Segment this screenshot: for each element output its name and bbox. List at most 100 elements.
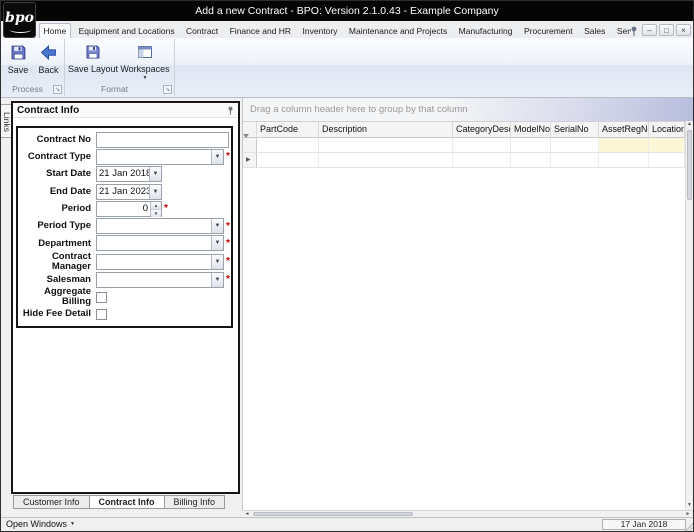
start-date-picker[interactable]: 21 Jan 2018 ▼ — [96, 166, 162, 182]
vertical-scrollbar-thumb[interactable] — [687, 130, 692, 200]
workspaces-label: Workspaces — [120, 64, 169, 74]
cell-categorydesc[interactable] — [453, 153, 511, 168]
bpo-logo-swoosh-icon — [10, 27, 31, 33]
save-layout-label: Save Layout — [68, 64, 118, 74]
ribbon-group-format: Save Layout Workspaces ▼ Format ↘ — [65, 39, 175, 96]
column-header-location[interactable]: Location — [649, 122, 685, 138]
grid-group-by-panel[interactable]: Drag a column header here to group by th… — [243, 98, 693, 121]
chevron-down-icon[interactable]: ▼ — [149, 167, 161, 181]
ribbon-group-process-label: Process — [1, 84, 54, 95]
salesman-select[interactable]: ▼ — [96, 272, 224, 288]
filter-cell-modelno[interactable] — [511, 138, 551, 153]
vertical-scrollbar[interactable]: ▲ ▼ — [685, 121, 693, 510]
column-header-description[interactable]: Description — [319, 122, 453, 138]
tab-procurement[interactable]: Procurement — [520, 23, 576, 38]
tab-contract-info[interactable]: Contract Info — [90, 495, 165, 509]
required-marker: * — [226, 238, 230, 249]
bpo-logo-text: bpo — [5, 10, 34, 26]
ribbon-tabs: Home Equipment and Locations Contract Fi… — [39, 21, 631, 38]
maximize-button[interactable]: □ — [659, 24, 674, 36]
period-value: 0 — [97, 202, 150, 216]
filter-cell-description[interactable] — [319, 138, 453, 153]
contract-fields-box: Contract No Contract Type ▼ * Start Date… — [16, 126, 233, 328]
period-spinner[interactable]: 0 ▲ ▼ — [96, 201, 162, 217]
chevron-down-icon[interactable]: ▼ — [211, 219, 223, 233]
tab-equipment-and-locations[interactable]: Equipment and Locations — [75, 23, 178, 38]
ribbon: Save Back Process ↘ Save Layout — [1, 38, 693, 98]
required-marker: * — [164, 203, 168, 214]
format-dialog-launcher-icon[interactable]: ↘ — [163, 85, 172, 94]
cell-partcode[interactable] — [257, 153, 319, 168]
field-row-contract-manager: Contract Manager ▼ * — [18, 252, 231, 271]
spinner-up-icon[interactable]: ▲ — [151, 202, 161, 210]
tab-maintenance-and-projects[interactable]: Maintenance and Projects — [345, 23, 450, 38]
scroll-up-icon[interactable]: ▲ — [686, 121, 693, 129]
column-header-categorydesc[interactable]: CategoryDesc — [453, 122, 511, 138]
column-header-serialno[interactable]: SerialNo — [551, 122, 599, 138]
contract-manager-select[interactable]: ▼ — [96, 254, 224, 270]
contract-info-panel: Contract Info Contract No Contract Type … — [11, 101, 240, 494]
back-button[interactable]: Back — [34, 42, 63, 85]
spinner-down-icon[interactable]: ▼ — [151, 210, 161, 217]
contract-type-label: Contract Type — [18, 152, 96, 162]
chevron-down-icon[interactable]: ▼ — [149, 185, 161, 199]
filter-cell-location[interactable] — [649, 138, 685, 153]
tab-contract[interactable]: Contract — [183, 23, 222, 38]
tab-home[interactable]: Home — [39, 23, 71, 38]
scroll-down-icon[interactable]: ▼ — [686, 502, 693, 510]
ribbon-group-process: Save Back Process ↘ — [1, 39, 65, 96]
workspaces-dropdown-icon[interactable]: ▼ — [143, 75, 148, 81]
save-button[interactable]: Save — [3, 42, 33, 85]
horizontal-scrollbar[interactable]: ◄ ► — [242, 510, 693, 517]
column-header-modelno[interactable]: ModelNo — [511, 122, 551, 138]
chevron-down-icon[interactable]: ▼ — [211, 150, 223, 164]
cell-modelno[interactable] — [511, 153, 551, 168]
tab-inventory[interactable]: Inventory — [299, 23, 341, 38]
close-button[interactable]: × — [676, 24, 691, 36]
contract-no-input[interactable] — [96, 132, 229, 148]
end-date-picker[interactable]: 21 Jan 2023 ▼ — [96, 184, 162, 200]
contract-type-select[interactable]: ▼ — [96, 149, 224, 165]
department-label: Department — [18, 239, 96, 249]
column-header-partcode[interactable]: PartCode — [257, 122, 319, 138]
column-header-assetregno[interactable]: AssetRegNo — [599, 122, 649, 138]
pin-icon[interactable] — [628, 24, 640, 36]
period-type-select[interactable]: ▼ — [96, 218, 224, 234]
filter-cell-serialno[interactable] — [551, 138, 599, 153]
contract-manager-label: Contract Manager — [18, 252, 96, 271]
tab-sales[interactable]: Sales — [581, 23, 609, 38]
cell-location[interactable] — [649, 153, 685, 168]
open-windows-button[interactable]: Open Windows ▼ — [6, 519, 75, 530]
filter-cell-partcode[interactable] — [257, 138, 319, 153]
filter-cell-assetregno[interactable] — [599, 138, 649, 153]
filter-cell-categorydesc[interactable] — [453, 138, 511, 153]
tab-billing-info[interactable]: Billing Info — [165, 495, 226, 509]
cell-description[interactable] — [319, 153, 453, 168]
grid-new-row: ▶ — [243, 153, 685, 168]
field-row-end-date: End Date 21 Jan 2023 ▼ — [18, 183, 231, 200]
process-dialog-launcher-icon[interactable]: ↘ — [53, 85, 62, 94]
contract-info-panel-header: Contract Info — [13, 103, 238, 118]
tab-finance-and-hr[interactable]: Finance and HR — [226, 23, 294, 38]
period-spinner-buttons: ▲ ▼ — [150, 202, 161, 216]
chevron-down-icon[interactable]: ▼ — [211, 273, 223, 287]
bpo-logo: bpo — [3, 2, 36, 38]
field-row-period: Period 0 ▲ ▼ * — [18, 200, 231, 217]
horizontal-scrollbar-thumb[interactable] — [253, 512, 413, 516]
workspaces-button[interactable]: Workspaces ▼ — [119, 42, 171, 85]
required-marker: * — [226, 221, 230, 232]
cell-serialno[interactable] — [551, 153, 599, 168]
cell-assetregno[interactable] — [599, 153, 649, 168]
resize-grip[interactable] — [684, 522, 693, 531]
panel-pin-icon[interactable] — [225, 105, 236, 116]
chevron-down-icon[interactable]: ▼ — [211, 255, 223, 269]
save-layout-button[interactable]: Save Layout — [67, 42, 119, 85]
chevron-down-icon[interactable]: ▼ — [211, 236, 223, 250]
hide-fee-detail-checkbox[interactable] — [96, 309, 107, 320]
aggregate-billing-checkbox[interactable] — [96, 292, 107, 303]
salesman-value — [97, 273, 211, 287]
tab-manufacturing[interactable]: Manufacturing — [455, 23, 516, 38]
department-select[interactable]: ▼ — [96, 235, 224, 251]
tab-customer-info[interactable]: Customer Info — [13, 495, 90, 509]
minimize-button[interactable]: – — [642, 24, 657, 36]
